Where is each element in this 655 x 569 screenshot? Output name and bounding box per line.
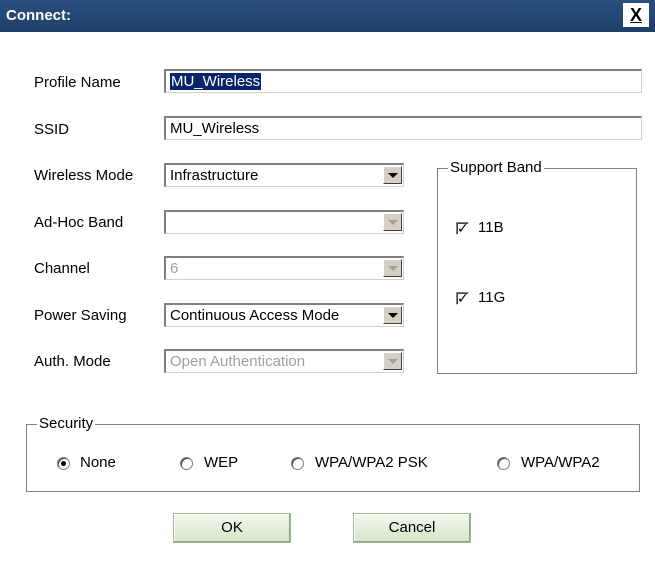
- radio-none[interactable]: [57, 457, 70, 470]
- window-title: Connect:: [6, 7, 71, 24]
- checkmark-icon: ✓: [457, 220, 469, 236]
- close-icon: X: [629, 5, 642, 25]
- radio-none-label: None: [80, 454, 116, 471]
- chevron-down-icon[interactable]: [383, 306, 402, 324]
- power-saving-select[interactable]: Continuous Access Mode: [164, 303, 404, 327]
- checkbox-11g[interactable]: ✓: [456, 290, 469, 306]
- channel-select: 6: [164, 256, 404, 280]
- radio-wpa-psk-label: WPA/WPA2 PSK: [315, 454, 428, 471]
- channel-value: 6: [170, 260, 179, 277]
- checkbox-11b-label: 11B: [478, 219, 504, 236]
- power-saving-label: Power Saving: [34, 307, 127, 324]
- window-border: [0, 32, 5, 569]
- ssid-field[interactable]: MU_Wireless: [164, 116, 642, 140]
- adhoc-band-select: [164, 210, 404, 234]
- profile-name-field[interactable]: MU_Wireless: [164, 69, 642, 93]
- security-legend: Security: [37, 415, 96, 432]
- checkbox-11b[interactable]: ✓: [456, 220, 469, 236]
- auth-mode-label: Auth. Mode: [34, 353, 111, 370]
- radio-wpa-label: WPA/WPA2: [521, 454, 600, 471]
- ok-button[interactable]: OK: [173, 513, 291, 543]
- auth-mode-select: Open Authentication: [164, 349, 404, 373]
- close-button[interactable]: X: [623, 3, 649, 27]
- ssid-value: MU_Wireless: [170, 120, 260, 137]
- chevron-down-icon: [383, 259, 402, 277]
- cancel-button[interactable]: Cancel: [353, 513, 471, 543]
- radio-wep-label: WEP: [204, 454, 239, 471]
- chevron-down-icon: [383, 213, 402, 231]
- radio-wep[interactable]: [180, 457, 193, 470]
- title-bar: Connect: X: [0, 0, 655, 32]
- checkbox-11g-label: 11G: [478, 289, 506, 306]
- channel-label: Channel: [34, 260, 90, 277]
- ssid-label: SSID: [34, 121, 70, 138]
- support-band-group: Support Band: [437, 159, 637, 374]
- profile-name-value: MU_Wireless: [170, 73, 262, 90]
- power-saving-value: Continuous Access Mode: [170, 307, 340, 324]
- wireless-mode-select[interactable]: Infrastructure: [164, 163, 404, 187]
- radio-wpa-psk[interactable]: [291, 457, 304, 470]
- profile-name-label: Profile Name: [34, 74, 121, 91]
- radio-wpa[interactable]: [497, 457, 510, 470]
- radio-selected-dot: [61, 461, 66, 466]
- wireless-mode-value: Infrastructure: [170, 167, 259, 184]
- wireless-mode-label: Wireless Mode: [34, 167, 134, 184]
- chevron-down-icon: [383, 352, 402, 370]
- support-band-legend: Support Band: [448, 159, 544, 176]
- adhoc-band-label: Ad-Hoc Band: [34, 214, 124, 231]
- checkmark-icon: ✓: [457, 290, 469, 306]
- auth-mode-value: Open Authentication: [170, 353, 306, 370]
- chevron-down-icon[interactable]: [383, 166, 402, 184]
